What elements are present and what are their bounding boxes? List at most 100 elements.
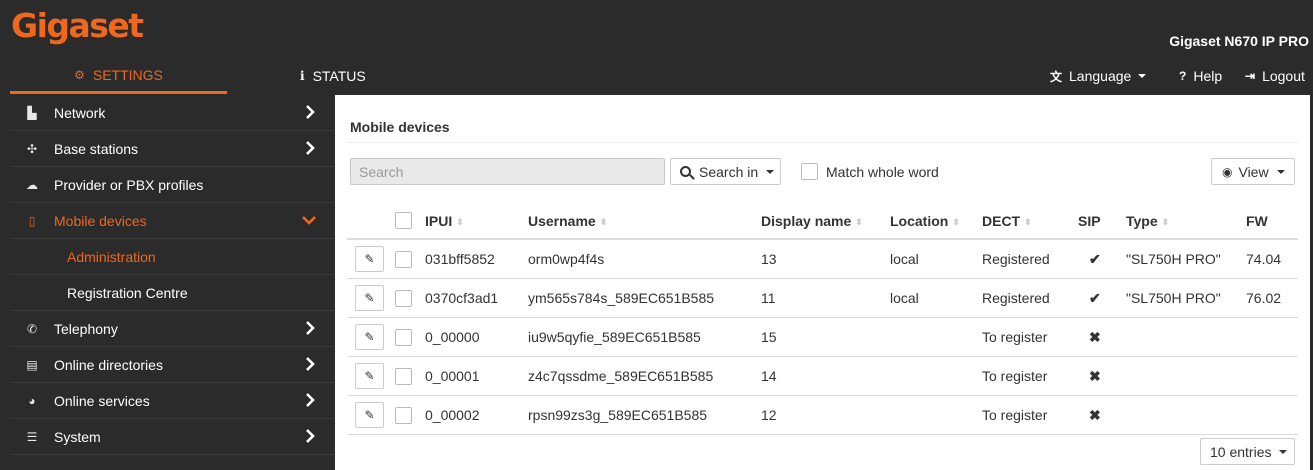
sort-icon: ⬍ bbox=[456, 217, 464, 227]
pencil-icon: ✎ bbox=[364, 408, 375, 422]
pencil-icon: ✎ bbox=[364, 291, 375, 305]
sidebar-item-label: Online services bbox=[54, 392, 150, 409]
view-dropdown[interactable]: ◉ View bbox=[1211, 158, 1295, 185]
caret-down-icon bbox=[1279, 449, 1288, 454]
check-icon: ✔ bbox=[1089, 251, 1101, 267]
row-checkbox[interactable] bbox=[395, 329, 412, 346]
cell-dect: Registered bbox=[982, 251, 1050, 267]
question-icon: ? bbox=[1179, 69, 1187, 83]
sidebar-subitem-administration[interactable]: Administration bbox=[10, 239, 335, 275]
sort-icon: ⬍ bbox=[599, 217, 608, 227]
cell-ipui: 0_00002 bbox=[425, 407, 480, 423]
sliders-icon: ☰ bbox=[26, 429, 38, 444]
column-username[interactable]: Username ⬍ bbox=[528, 213, 607, 229]
pencil-icon: ✎ bbox=[364, 369, 375, 383]
entries-label: 10 entries bbox=[1210, 443, 1272, 460]
language-dropdown[interactable]: 文 Language bbox=[1050, 58, 1147, 94]
edit-button[interactable]: ✎ bbox=[355, 363, 384, 389]
search-input[interactable] bbox=[350, 158, 665, 185]
sidebar-item-provider-profiles[interactable]: ☁ Provider or PBX profiles bbox=[10, 167, 335, 203]
book-icon: ▤ bbox=[26, 357, 38, 372]
language-label: Language bbox=[1069, 68, 1132, 84]
sidebar-item-label: Telephony bbox=[54, 320, 118, 337]
sidebar-item-system[interactable]: ☰ System bbox=[10, 419, 335, 455]
caret-down-icon bbox=[1138, 74, 1147, 78]
cell-dect: To register bbox=[982, 407, 1048, 423]
cell-username: ym565s784s_589EC651B585 bbox=[528, 290, 715, 306]
view-label: View bbox=[1238, 163, 1269, 180]
edit-button[interactable]: ✎ bbox=[355, 402, 384, 428]
column-type[interactable]: Type ⬍ bbox=[1126, 213, 1169, 229]
chevron-right-icon bbox=[306, 321, 315, 335]
cell-dect: Registered bbox=[982, 290, 1050, 306]
select-all-checkbox[interactable] bbox=[395, 212, 412, 229]
sidebar-item-base-stations[interactable]: ✣ Base stations bbox=[10, 131, 335, 167]
cell-username: iu9w5qyfie_589EC651B585 bbox=[528, 329, 701, 345]
tab-settings[interactable]: ⚙ SETTINGS bbox=[10, 58, 227, 94]
main-panel: Mobile devices Search in Match whole wor… bbox=[335, 95, 1310, 470]
sidebar-item-online-services[interactable]: ◕ Online services bbox=[10, 383, 335, 419]
gigaset-logo[interactable]: Gigaset bbox=[11, 6, 144, 45]
edit-button[interactable]: ✎ bbox=[355, 324, 384, 350]
caret-down-icon bbox=[1276, 169, 1285, 174]
cell-type: "SL750H PRO" bbox=[1126, 251, 1221, 267]
cell-ipui: 0_00000 bbox=[425, 329, 480, 345]
sidebar-item-network[interactable]: ▙ Network bbox=[10, 95, 335, 131]
column-ipui[interactable]: IPUI ⬍ bbox=[425, 213, 464, 229]
cell-dect: To register bbox=[982, 329, 1048, 345]
sidebar-item-label: Provider or PBX profiles bbox=[54, 176, 204, 193]
chevron-right-icon bbox=[306, 429, 315, 443]
cell-username: rpsn99zs3g_589EC651B585 bbox=[528, 407, 708, 423]
language-icon: 文 bbox=[1050, 69, 1063, 84]
table-row: ✎ 0_00002 rpsn99zs3g_589EC651B585 12 To … bbox=[347, 396, 1298, 435]
cell-location: local bbox=[890, 251, 919, 267]
sidebar-item-label: Mobile devices bbox=[54, 212, 147, 229]
row-checkbox[interactable] bbox=[395, 251, 412, 268]
tab-status[interactable]: i STATUS bbox=[300, 58, 366, 94]
sidebar-subitem-registration-centre[interactable]: Registration Centre bbox=[10, 275, 335, 311]
cell-type: "SL750H PRO" bbox=[1126, 290, 1221, 306]
base-stations-icon: ✣ bbox=[26, 141, 38, 156]
sidebar: ▙ Network ✣ Base stations ☁ Provider or … bbox=[10, 95, 335, 470]
sidebar-item-label: Online directories bbox=[54, 356, 163, 373]
sidebar-item-label: Network bbox=[54, 104, 106, 121]
edit-button[interactable]: ✎ bbox=[355, 285, 384, 311]
divider bbox=[347, 142, 1298, 143]
column-display-name[interactable]: Display name ⬍ bbox=[761, 213, 863, 229]
sitemap-icon: ▙ bbox=[27, 105, 37, 120]
chevron-right-icon bbox=[306, 393, 315, 407]
row-checkbox[interactable] bbox=[395, 290, 412, 307]
cell-ipui: 031bff5852 bbox=[425, 251, 495, 267]
column-location[interactable]: Location ⬍ bbox=[890, 213, 960, 229]
entries-per-page-dropdown[interactable]: 10 entries bbox=[1200, 438, 1295, 465]
match-whole-word-checkbox[interactable] bbox=[801, 163, 818, 180]
logout-link[interactable]: ⇥ Logout bbox=[1245, 58, 1305, 94]
cell-username: z4c7qssdme_589EC651B585 bbox=[528, 368, 714, 384]
table-row: ✎ 0_00001 z4c7qssdme_589EC651B585 14 To … bbox=[347, 357, 1298, 396]
sidebar-item-telephony[interactable]: ✆ Telephony bbox=[10, 311, 335, 347]
help-link[interactable]: ? Help bbox=[1179, 58, 1222, 94]
search-in-dropdown[interactable]: Search in bbox=[670, 158, 781, 185]
sign-out-icon: ⇥ bbox=[1245, 69, 1256, 83]
cell-username: orm0wp4f4s bbox=[528, 251, 605, 267]
row-checkbox[interactable] bbox=[395, 368, 412, 385]
eye-icon: ◉ bbox=[1222, 164, 1233, 179]
cell-display-name: 13 bbox=[761, 251, 777, 267]
globe-icon: ◕ bbox=[28, 393, 36, 408]
sort-icon: ⬍ bbox=[952, 217, 960, 227]
sort-icon: ⬍ bbox=[1161, 217, 1170, 227]
row-checkbox[interactable] bbox=[395, 407, 412, 424]
check-icon: ✔ bbox=[1089, 290, 1101, 306]
sidebar-item-online-directories[interactable]: ▤ Online directories bbox=[10, 347, 335, 383]
column-fw[interactable]: FW bbox=[1246, 213, 1268, 229]
search-icon bbox=[680, 166, 691, 177]
device-name: Gigaset N670 IP PRO bbox=[1169, 33, 1309, 49]
chevron-down-icon bbox=[302, 216, 316, 225]
sidebar-item-mobile-devices[interactable]: ▯ Mobile devices bbox=[10, 203, 335, 239]
edit-button[interactable]: ✎ bbox=[355, 246, 384, 272]
column-sip[interactable]: SIP bbox=[1078, 213, 1101, 229]
cell-display-name: 14 bbox=[761, 368, 777, 384]
pencil-icon: ✎ bbox=[364, 330, 375, 344]
table-row: ✎ 0370cf3ad1 ym565s784s_589EC651B585 11 … bbox=[347, 279, 1298, 318]
column-dect[interactable]: DECT ⬍ bbox=[982, 213, 1032, 229]
